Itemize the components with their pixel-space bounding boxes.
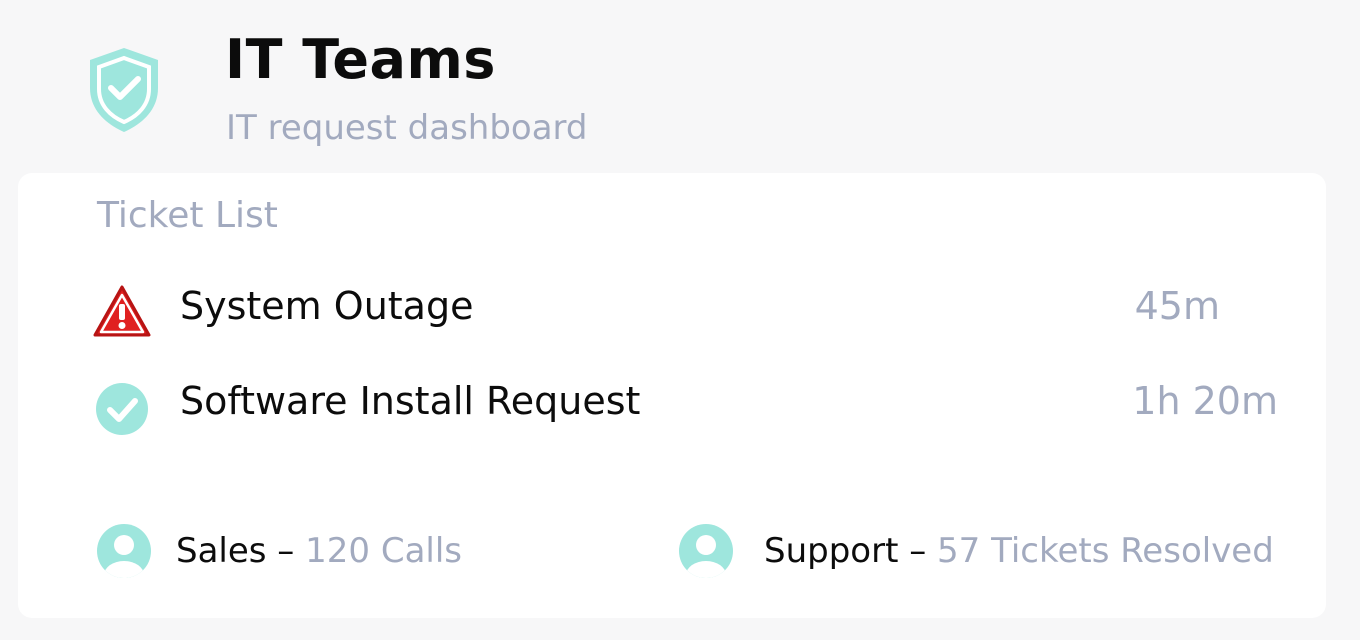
ticket-time: 45m — [1134, 284, 1220, 328]
ticket-row-system-outage[interactable]: System Outage 45m — [78, 278, 1278, 342]
warning-icon — [92, 284, 152, 340]
page-subtitle: IT request dashboard — [226, 108, 588, 148]
avatar-icon — [678, 523, 734, 579]
ticket-label: System Outage — [180, 284, 474, 328]
ticket-label: Software Install Request — [180, 379, 641, 423]
ticket-card: Ticket List System Outage 45m Software I… — [18, 173, 1326, 618]
dashboard-header: IT Teams IT request dashboard — [0, 0, 1360, 172]
team-name: Support — [764, 531, 899, 571]
page-title: IT Teams — [225, 28, 496, 91]
team-stat-text: Sales – 120 Calls — [176, 531, 462, 571]
ticket-time: 1h 20m — [1132, 379, 1278, 423]
ticket-list-title: Ticket List — [97, 195, 278, 236]
team-name: Sales — [176, 531, 267, 571]
team-value: 57 Tickets Resolved — [937, 531, 1274, 571]
team-value: 120 Calls — [305, 531, 463, 571]
ticket-row-software-install[interactable]: Software Install Request 1h 20m — [78, 373, 1278, 437]
check-circle-icon — [92, 379, 152, 435]
shield-check-icon — [84, 44, 164, 136]
team-separator: – — [266, 531, 306, 571]
avatar-icon — [96, 523, 152, 579]
team-stat-text: Support – 57 Tickets Resolved — [764, 531, 1274, 571]
team-separator: – — [898, 531, 938, 571]
